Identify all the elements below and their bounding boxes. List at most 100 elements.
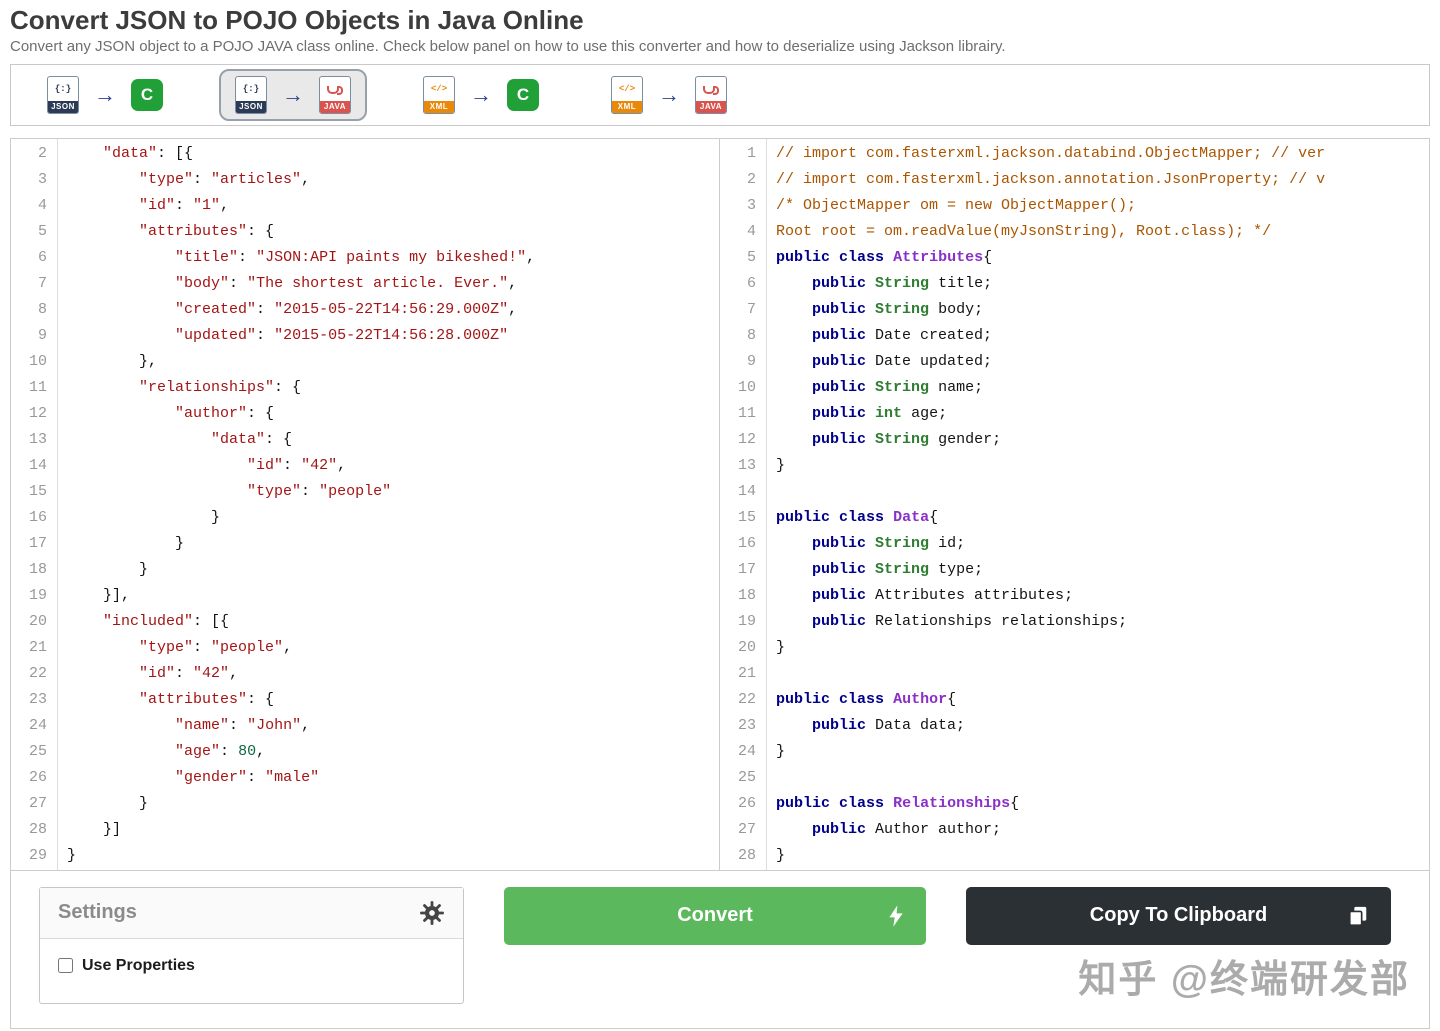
code-text: public String gender; bbox=[812, 430, 1002, 448]
java-glyph bbox=[696, 77, 726, 101]
code-line: 11 public int age; bbox=[720, 401, 1429, 427]
converter-xml-to-java[interactable]: </> XML → JAVA bbox=[595, 69, 743, 121]
line-number: 1 bbox=[746, 144, 756, 162]
line-number: 22 bbox=[737, 690, 756, 708]
converter-xml-to-csharp[interactable]: </> XML → C bbox=[407, 69, 555, 121]
java-output-editor[interactable]: 1 // import com.fasterxml.jackson.databin… bbox=[720, 138, 1429, 870]
line-number: 27 bbox=[737, 820, 756, 838]
code-line: 6 "title": "JSON:API paints my bikeshed!… bbox=[11, 245, 719, 271]
line-number: 14 bbox=[28, 456, 47, 474]
line-number: 23 bbox=[737, 716, 756, 734]
json-file-icon: {:} JSON bbox=[235, 75, 267, 114]
page-header: Convert JSON to POJO Objects in Java Onl… bbox=[0, 0, 1440, 56]
code-text: "updated": "2015-05-22T14:56:28.000Z" bbox=[175, 326, 509, 344]
code-text: "data": [{ bbox=[103, 144, 194, 162]
code-text: "data": { bbox=[211, 430, 293, 448]
code-line: 14 bbox=[720, 479, 1429, 505]
code-text: } bbox=[776, 638, 786, 656]
code-line: 19 }], bbox=[11, 583, 719, 609]
line-number: 18 bbox=[28, 560, 47, 578]
gear-icon[interactable] bbox=[419, 900, 445, 926]
java-file-icon: JAVA bbox=[319, 75, 351, 114]
settings-header: Settings bbox=[40, 887, 463, 939]
line-number: 28 bbox=[737, 846, 756, 864]
code-text: public String id; bbox=[812, 534, 966, 552]
json-file-icon: {:} JSON bbox=[47, 75, 79, 114]
code-line: 29} bbox=[11, 843, 719, 869]
line-number: 11 bbox=[737, 404, 756, 422]
code-line: 19 public Relationships relationships; bbox=[720, 609, 1429, 635]
line-number: 8 bbox=[37, 300, 47, 318]
code-line: 25 bbox=[720, 765, 1429, 791]
line-number: 20 bbox=[28, 612, 47, 630]
line-number: 15 bbox=[737, 508, 756, 526]
code-text: "id": "42", bbox=[247, 456, 347, 474]
xml-glyph: </> bbox=[618, 83, 636, 94]
copy-to-clipboard-button[interactable]: Copy To Clipboard bbox=[966, 886, 1391, 945]
code-line: 27 public Author author; bbox=[720, 817, 1429, 843]
line-number: 12 bbox=[737, 430, 756, 448]
code-text: "type": "articles", bbox=[139, 170, 311, 188]
xml-file-icon: </> XML bbox=[423, 75, 455, 114]
java-glyph bbox=[320, 77, 350, 101]
code-text: "type": "people" bbox=[247, 482, 392, 500]
code-line: 9 "updated": "2015-05-22T14:56:28.000Z" bbox=[11, 323, 719, 349]
code-line: 22 "id": "42", bbox=[11, 661, 719, 687]
converter-toolbar: {:} JSON → C {:} JSON → JAVA </> XML → C </> XML → JAVA bbox=[10, 63, 1430, 126]
code-text: public Date updated; bbox=[812, 352, 993, 370]
line-number: 26 bbox=[737, 794, 756, 812]
code-line: 14 "id": "42", bbox=[11, 453, 719, 479]
use-properties-checkbox[interactable] bbox=[58, 958, 73, 974]
line-number: 2 bbox=[746, 170, 756, 188]
code-text: "author": { bbox=[175, 404, 275, 422]
line-number: 27 bbox=[28, 794, 47, 812]
line-number: 7 bbox=[37, 274, 47, 292]
line-number: 25 bbox=[28, 742, 47, 760]
code-text: public String name; bbox=[812, 378, 984, 396]
lightning-icon bbox=[888, 904, 904, 928]
converter-json-to-java[interactable]: {:} JSON → JAVA bbox=[219, 68, 367, 121]
code-line: 10 }, bbox=[11, 349, 719, 375]
code-line: 15 public class Data{ bbox=[720, 505, 1429, 531]
arrow-icon: → bbox=[470, 81, 492, 107]
code-line: 27 } bbox=[11, 791, 719, 817]
code-line: 17 public String type; bbox=[720, 557, 1429, 583]
code-line: 20} bbox=[720, 635, 1429, 661]
line-number: 11 bbox=[28, 378, 47, 396]
code-line: 23 public Data data; bbox=[720, 713, 1429, 739]
converter-json-to-csharp[interactable]: {:} JSON → C bbox=[31, 69, 179, 121]
code-line: 8 "created": "2015-05-22T14:56:29.000Z", bbox=[11, 297, 719, 323]
code-line: 28} bbox=[720, 843, 1429, 869]
java-cup-icon bbox=[702, 85, 719, 95]
copy-icon bbox=[1347, 904, 1369, 928]
code-line: 11 "relationships": { bbox=[11, 375, 719, 401]
use-properties-label: Use Properties bbox=[82, 956, 195, 974]
settings-body: Use Properties bbox=[40, 939, 463, 1003]
code-line: 17 } bbox=[11, 531, 719, 557]
line-number: 20 bbox=[737, 638, 756, 656]
code-text: "relationships": { bbox=[139, 378, 302, 396]
code-text: public String title; bbox=[812, 274, 993, 292]
line-number: 21 bbox=[28, 638, 47, 656]
code-text: "gender": "male" bbox=[175, 768, 320, 786]
code-line: 7 public String body; bbox=[720, 297, 1429, 323]
code-text: public int age; bbox=[812, 404, 948, 422]
convert-button[interactable]: Convert bbox=[504, 886, 926, 945]
code-text: "attributes": { bbox=[139, 690, 275, 708]
json-input-editor[interactable]: 2 "data": [{3 "type": "articles", 4 "id":… bbox=[11, 138, 720, 870]
line-number: 3 bbox=[746, 196, 756, 214]
code-line: 1 // import com.fasterxml.jackson.databin… bbox=[720, 141, 1429, 167]
java-badge: JAVA bbox=[696, 100, 726, 113]
code-text: "id": "1", bbox=[139, 196, 230, 214]
use-properties-option[interactable]: Use Properties bbox=[58, 957, 445, 975]
line-number: 4 bbox=[37, 196, 47, 214]
page-subtitle: Convert any JSON object to a POJO JAVA c… bbox=[10, 37, 1006, 55]
code-line: 16 public String id; bbox=[720, 531, 1429, 557]
code-line: 15 "type": "people" bbox=[11, 479, 719, 505]
xml-glyph: </> bbox=[430, 83, 448, 94]
line-number: 24 bbox=[737, 742, 756, 760]
line-number: 21 bbox=[737, 664, 756, 682]
code-text: } bbox=[776, 456, 786, 474]
line-number: 13 bbox=[737, 456, 756, 474]
